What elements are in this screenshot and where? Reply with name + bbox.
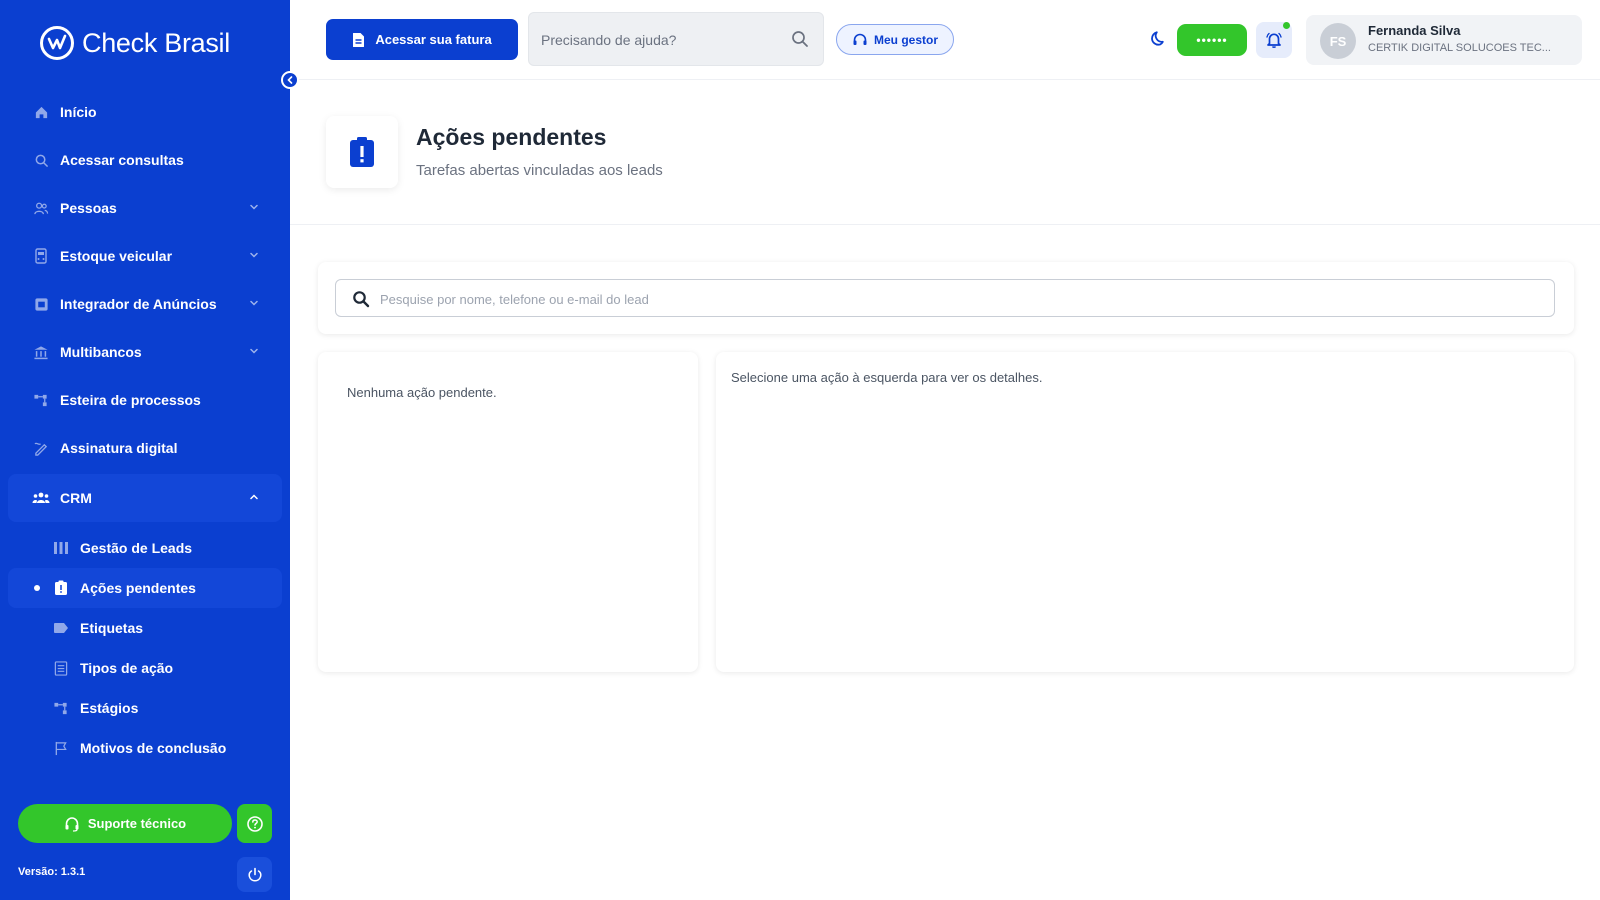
empty-list-message: Nenhuma ação pendente. <box>347 385 497 400</box>
user-company: CERTIK DIGITAL SOLUCOES TEC... <box>1368 42 1551 54</box>
search-icon <box>353 291 370 308</box>
chevron-down-icon <box>250 300 258 306</box>
kanban-icon <box>52 539 70 557</box>
sidebar-item-label: Integrador de Anúncios <box>60 296 217 312</box>
sidebar-item-label: Motivos de conclusão <box>80 740 227 756</box>
sidebar-item-label: Etiquetas <box>80 620 144 636</box>
bank-icon <box>32 343 50 361</box>
tag-icon <box>52 619 70 637</box>
brand-logo-icon <box>40 26 74 60</box>
sidebar-subitem-gestao-leads[interactable]: Gestão de Leads <box>8 528 282 568</box>
ads-icon <box>32 295 50 313</box>
sidebar-item-label: Assinatura digital <box>60 440 178 456</box>
document-icon <box>353 32 365 47</box>
clipboard-alert-icon <box>52 579 70 597</box>
user-name: Fernanda Silva <box>1368 23 1461 38</box>
sidebar-item-label: Pessoas <box>60 200 117 216</box>
flow-icon <box>32 391 50 409</box>
lead-search-input[interactable] <box>380 289 1530 309</box>
logout-button[interactable] <box>237 857 272 892</box>
pending-actions-list: Nenhuma ação pendente. <box>318 352 698 672</box>
flag-icon <box>52 739 70 757</box>
lead-search-box <box>335 279 1555 317</box>
chevron-down-icon <box>250 252 258 258</box>
sidebar-subitem-etiquetas[interactable]: Etiquetas <box>8 608 282 648</box>
brand-name: Check Brasil <box>82 27 230 58</box>
action-details-panel: Selecione uma ação à esquerda para ver o… <box>716 352 1574 672</box>
sidebar-item-crm[interactable]: CRM <box>8 474 282 522</box>
stages-icon <box>52 699 70 717</box>
support-button-label: Suporte técnico <box>87 816 187 831</box>
page-title: Ações pendentes <box>416 124 607 150</box>
headset-icon <box>65 816 79 832</box>
sidebar-item-label: Tipos de ação <box>80 660 174 676</box>
home-icon <box>32 103 50 121</box>
avatar: FS <box>1320 23 1356 59</box>
sidebar-item-inicio[interactable]: Início <box>8 88 282 136</box>
vehicle-icon <box>32 247 50 265</box>
sidebar-item-label: Multibancos <box>60 344 142 360</box>
chevron-down-icon <box>250 204 258 210</box>
notification-dot <box>1283 22 1290 29</box>
notifications-button[interactable] <box>1256 22 1292 58</box>
search-icon <box>32 151 50 169</box>
my-manager-label: Meu gestor <box>873 32 938 47</box>
support-button[interactable]: Suporte técnico <box>18 804 232 843</box>
brand[interactable]: Check Brasil <box>40 26 230 60</box>
app-version: Versão: 1.3.1 <box>18 866 86 878</box>
signature-icon <box>32 439 50 457</box>
sidebar-item-pessoas[interactable]: Pessoas <box>8 184 282 232</box>
sidebar-nav: Início Acessar consultas Pessoas Estoque… <box>8 88 282 768</box>
sidebar-subitem-estagios[interactable]: Estágios <box>8 688 282 728</box>
chevron-up-icon <box>250 494 258 500</box>
power-icon <box>247 867 262 882</box>
question-circle-icon <box>246 815 263 832</box>
sidebar-item-assinatura-digital[interactable]: Assinatura digital <box>8 424 282 472</box>
moon-icon[interactable] <box>1148 30 1166 48</box>
sidebar-item-label: Início <box>60 104 97 120</box>
sidebar-subitem-acoes-pendentes[interactable]: Ações pendentes <box>8 568 282 608</box>
topbar: Acessar sua fatura Meu gestor •••••• FS … <box>290 0 1600 80</box>
sidebar-item-label: Ações pendentes <box>80 580 196 596</box>
clipboard-alert-icon <box>350 137 374 167</box>
details-hint: Selecione uma ação à esquerda para ver o… <box>731 370 1043 385</box>
sidebar-item-integrador-anuncios[interactable]: Integrador de Anúncios <box>8 280 282 328</box>
sidebar-collapse-button[interactable] <box>281 71 299 89</box>
crm-subnav: Gestão de Leads Ações pendentes Etiqueta… <box>8 528 282 768</box>
access-invoice-button[interactable]: Acessar sua fatura <box>326 19 518 60</box>
team-icon <box>32 489 50 507</box>
sidebar-item-label: Esteira de processos <box>60 392 201 408</box>
help-search-input[interactable] <box>541 29 781 51</box>
help-search-box <box>528 12 824 66</box>
access-invoice-label: Acessar sua fatura <box>375 32 492 47</box>
sidebar-item-label: Estágios <box>80 700 139 716</box>
sidebar-item-estoque-veicular[interactable]: Estoque veicular <box>8 232 282 280</box>
user-menu[interactable]: FS Fernanda Silva CERTIK DIGITAL SOLUCOE… <box>1306 15 1582 65</box>
help-button[interactable] <box>237 804 272 843</box>
page-subtitle: Tarefas abertas vinculadas aos leads <box>416 162 663 179</box>
search-icon[interactable] <box>791 30 809 48</box>
chevron-down-icon <box>250 348 258 354</box>
my-manager-button[interactable]: Meu gestor <box>836 24 954 55</box>
page-icon <box>326 116 398 188</box>
page-header: Ações pendentes Tarefas abertas vinculad… <box>290 80 1600 225</box>
list-icon <box>52 659 70 677</box>
sidebar: Check Brasil Início Acessar consultas Pe… <box>0 0 299 900</box>
sidebar-item-label: Estoque veicular <box>60 248 173 264</box>
sidebar-item-label: Gestão de Leads <box>80 540 193 556</box>
bell-icon <box>1266 32 1282 48</box>
sidebar-item-label: Acessar consultas <box>60 152 184 168</box>
balance-toggle[interactable]: •••••• <box>1177 24 1247 56</box>
headset-icon <box>853 33 867 45</box>
lead-search-card <box>318 262 1574 334</box>
people-icon <box>32 199 50 217</box>
active-indicator <box>34 585 40 591</box>
sidebar-subitem-tipos-acao[interactable]: Tipos de ação <box>8 648 282 688</box>
sidebar-item-label: CRM <box>60 490 92 506</box>
sidebar-item-esteira-processos[interactable]: Esteira de processos <box>8 376 282 424</box>
sidebar-item-multibancos[interactable]: Multibancos <box>8 328 282 376</box>
chevron-left-icon <box>287 76 293 84</box>
sidebar-subitem-motivos-conclusao[interactable]: Motivos de conclusão <box>8 728 282 768</box>
sidebar-item-acessar-consultas[interactable]: Acessar consultas <box>8 136 282 184</box>
